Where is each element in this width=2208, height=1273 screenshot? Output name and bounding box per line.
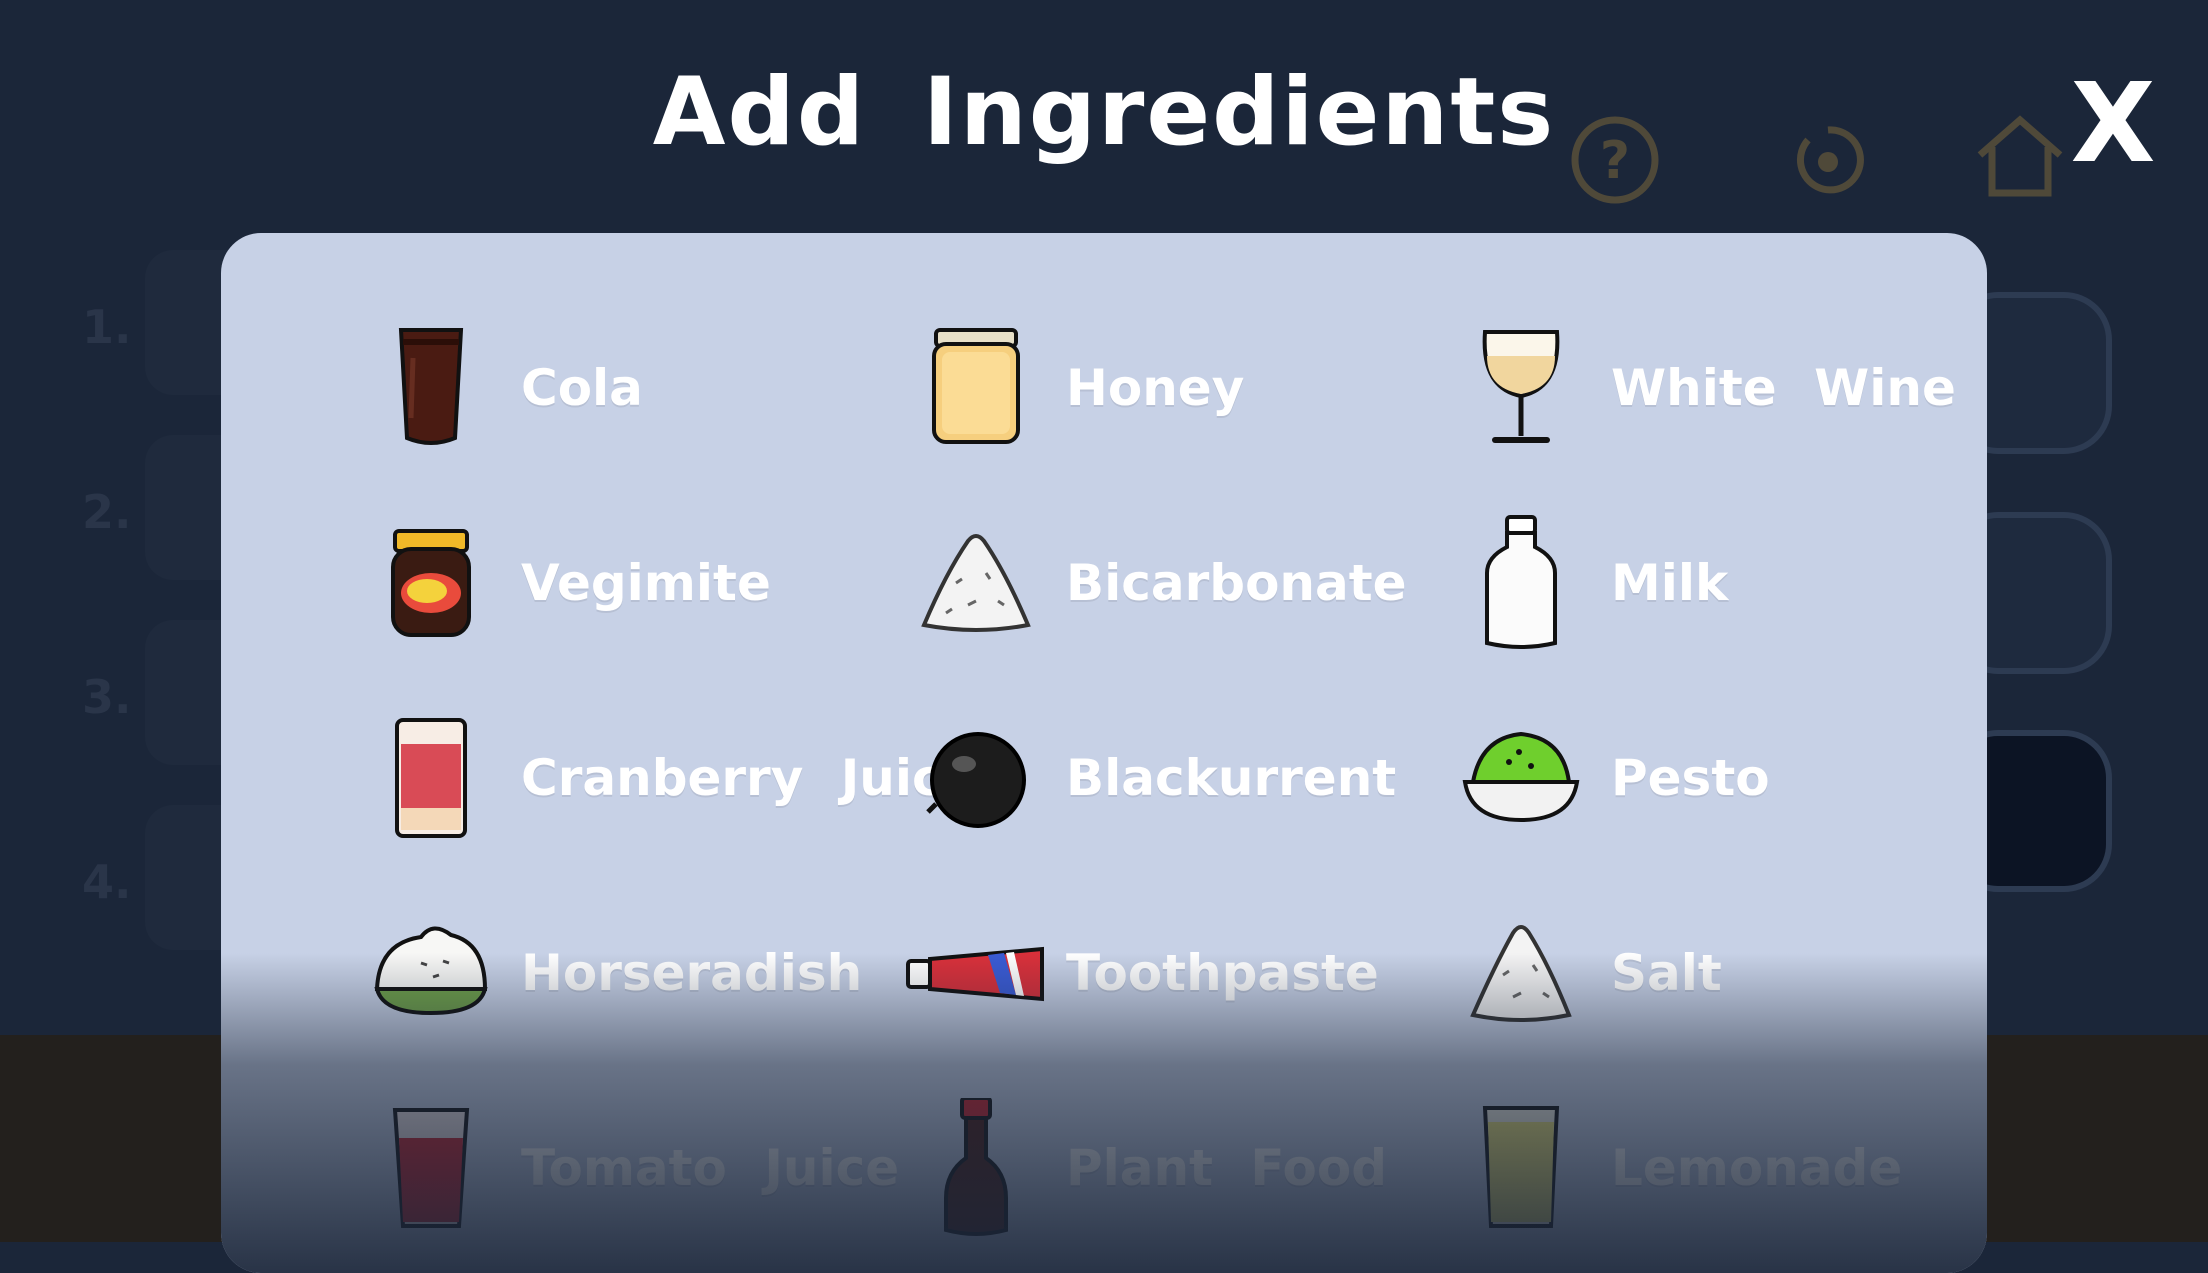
ingredient-cola[interactable]: Cola: [361, 318, 643, 458]
ingredient-plant-food[interactable]: Plant Food: [906, 1098, 1387, 1238]
page-title: Add Ingredients: [652, 58, 1556, 167]
ingredient-tomato-juice[interactable]: Tomato Juice: [361, 1098, 899, 1238]
juice-glass-icon: [395, 718, 467, 838]
ingredient-cranberry-juice[interactable]: Cranberry Juice: [361, 708, 976, 848]
lemonade-glass-icon: [1482, 1106, 1560, 1228]
plant-food-bottle-icon: [944, 1098, 1008, 1236]
row-number-2: 2.: [82, 485, 132, 539]
ingredient-toothpaste[interactable]: Toothpaste: [906, 903, 1379, 1043]
row-number-3: 3.: [82, 670, 132, 724]
ingredient-label: White Wine: [1611, 359, 1956, 417]
row-number-1: 1.: [82, 300, 132, 354]
ingredient-pesto[interactable]: Pesto: [1451, 708, 1770, 848]
powder-pile-icon: [921, 534, 1031, 632]
ingredient-label: Bicarbonate: [1066, 554, 1407, 612]
ingredient-label: Horseradish: [521, 944, 863, 1002]
horseradish-icon: [374, 926, 488, 1016]
ingredient-label: Blackurrent: [1066, 749, 1397, 807]
salt-pile-icon: [1470, 925, 1572, 1022]
ingredient-label: Lemonade: [1611, 1139, 1903, 1197]
row-number-4: 4.: [82, 855, 132, 909]
ingredient-label: Milk: [1611, 554, 1729, 612]
vegimite-jar-icon: [391, 529, 471, 637]
ingredient-lemonade[interactable]: Lemonade: [1451, 1098, 1902, 1238]
ingredient-label: Salt: [1611, 944, 1722, 1002]
ingredient-vegimite[interactable]: Vegimite: [361, 513, 771, 653]
ingredient-label: Tomato Juice: [521, 1139, 900, 1197]
ingredient-label: Honey: [1066, 359, 1245, 417]
toothpaste-icon: [906, 946, 1044, 1002]
ingredient-horseradish[interactable]: Horseradish: [361, 903, 862, 1043]
ingredient-bicarbonate[interactable]: Bicarbonate: [906, 513, 1407, 653]
ingredient-salt[interactable]: Salt: [1451, 903, 1722, 1043]
blackcurrant-icon: [926, 732, 1026, 828]
ingredient-label: Plant Food: [1066, 1139, 1388, 1197]
cola-glass-icon: [398, 328, 464, 445]
ingredient-label: Vegimite: [521, 554, 771, 612]
ingredient-honey[interactable]: Honey: [906, 318, 1244, 458]
ingredient-label: Toothpaste: [1066, 944, 1379, 1002]
pesto-bowl-icon: [1462, 731, 1580, 823]
ingredient-blackurrent[interactable]: Blackurrent: [906, 708, 1396, 848]
close-button[interactable]: X: [2058, 68, 2168, 178]
ingredient-white-wine[interactable]: White Wine: [1451, 318, 1956, 458]
honey-jar-icon: [932, 328, 1020, 444]
tomato-glass-icon: [392, 1108, 470, 1228]
ingredients-panel: Cola Honey White Wine Vegimite Bicarbona…: [221, 233, 1987, 1273]
milk-bottle-icon: [1485, 515, 1557, 649]
ingredient-label: Pesto: [1611, 749, 1770, 807]
ingredient-label: Cola: [521, 359, 643, 417]
wine-glass-icon: [1482, 330, 1560, 443]
ingredient-milk[interactable]: Milk: [1451, 513, 1728, 653]
